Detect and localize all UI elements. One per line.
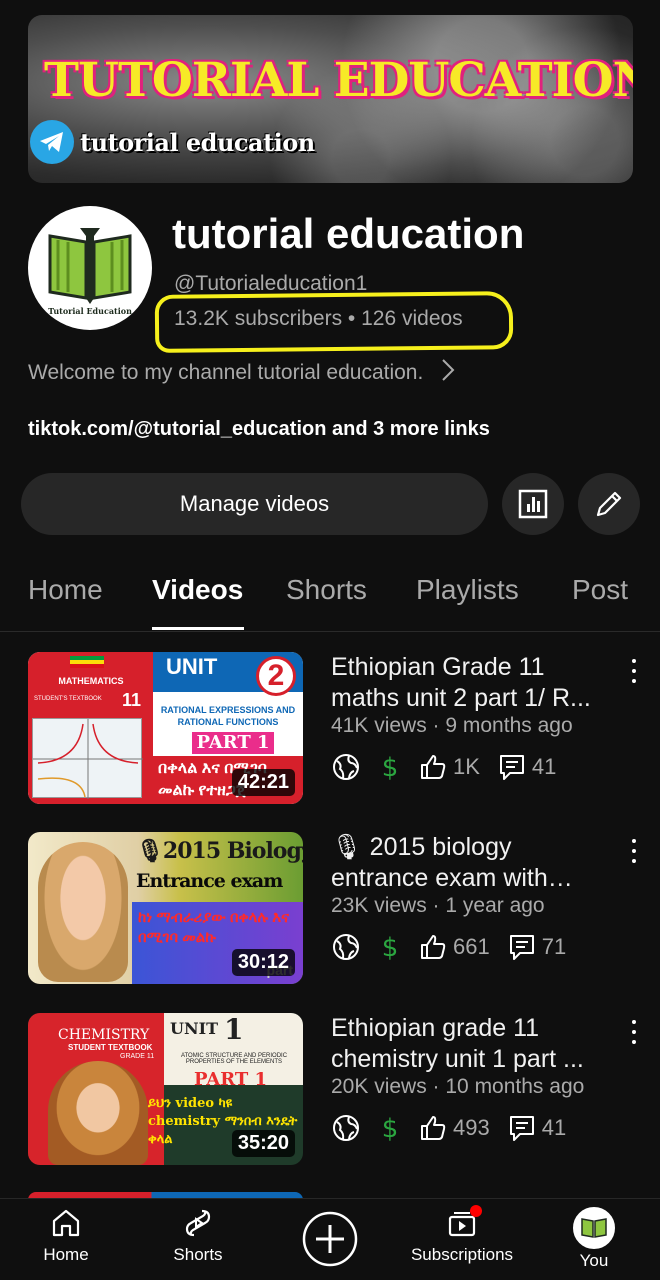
video-title[interactable]: 🎙 2015 biology entrance exam with explan… [331,832,613,894]
video-thumbnail[interactable]: MATHEMATICS STUDENT'S TEXTBOOK 11 UNIT 2… [28,652,303,804]
channel-description[interactable]: Welcome to my channel tutorial education… [28,358,455,388]
active-tab-indicator [152,627,244,630]
likes-stat: 1K [419,753,480,781]
chevron-right-icon [441,358,455,388]
nav-subscriptions[interactable]: Subscriptions [402,1205,522,1265]
nav-you[interactable]: You [534,1207,654,1271]
analytics-button[interactable] [502,473,564,535]
channel-avatar[interactable]: Tutorial Education [28,206,152,330]
video-duration: 30:12 [231,949,295,976]
monetization-icon: $ [379,752,401,782]
avatar [573,1207,615,1249]
public-globe-icon [331,1113,361,1143]
video-meta: 23K views · 1 year ago [331,894,545,917]
avatar-caption: Tutorial Education [48,306,132,316]
tab-shorts[interactable]: Shorts [286,574,367,606]
video-item[interactable]: MATHEMATICS STUDENT'S TEXTBOOK 11 UNIT 2… [0,652,660,812]
video-stats: $ 493 41 [331,1111,584,1145]
video-duration: 35:20 [231,1130,295,1157]
tab-playlists[interactable]: Playlists [416,574,519,606]
create-icon [302,1211,358,1267]
comments-stat: 41 [498,753,556,781]
shorts-icon [185,1209,211,1237]
manage-videos-button[interactable]: Manage videos [21,473,488,535]
notification-dot [470,1205,482,1217]
banner-subtitle: tutorial education [80,128,315,157]
thumbs-up-icon [421,1116,446,1140]
video-thumbnail[interactable]: 🎙2015 Biology Entrance exam ከነ ማብራሪያው በቀ… [28,832,303,984]
monetization-icon: $ [379,1113,401,1143]
highlight-annotation [154,291,514,353]
comment-icon [509,1116,534,1141]
svg-text:$: $ [382,933,399,962]
nav-create[interactable] [270,1211,390,1267]
video-item[interactable]: CHEMISTRY STUDENT TEXTBOOK GRADE 11 UNIT… [0,1013,660,1173]
edit-channel-button[interactable] [578,473,640,535]
thumbs-up-icon [421,935,446,959]
telegram-icon [30,120,74,164]
comments-stat: 71 [508,933,566,961]
more-options-icon[interactable] [624,1017,644,1047]
tab-post[interactable]: Post [572,574,628,606]
public-globe-icon [331,932,361,962]
analytics-icon [518,489,548,519]
thumbs-up-icon [421,755,446,779]
likes-stat: 493 [419,1114,490,1142]
svg-text:$: $ [382,1114,399,1143]
public-globe-icon [331,752,361,782]
tab-videos[interactable]: Videos [152,574,243,606]
home-icon [52,1209,80,1237]
comment-icon [509,935,534,960]
video-title[interactable]: Ethiopian grade 11 chemistry unit 1 part… [331,1013,613,1075]
banner-title: TUTORIAL EDUCATION [44,53,633,108]
video-meta: 20K views · 10 months ago [331,1075,585,1098]
video-title[interactable]: Ethiopian Grade 11 maths unit 2 part 1/ … [331,652,613,714]
video-stats: $ 1K 41 [331,750,574,784]
video-thumbnail[interactable]: CHEMISTRY STUDENT TEXTBOOK GRADE 11 UNIT… [28,1013,303,1165]
likes-stat: 661 [419,933,490,961]
channel-tabs: Home Videos Shorts Playlists Post [0,560,660,632]
more-options-icon[interactable] [624,656,644,686]
pencil-icon [596,491,622,517]
nav-home[interactable]: Home [6,1207,126,1265]
video-duration: 42:21 [231,769,295,796]
channel-banner: TUTORIAL EDUCATION tutorial education [28,15,633,183]
comments-stat: 41 [508,1114,566,1142]
comment-icon [499,755,524,780]
channel-description-text: Welcome to my channel tutorial education… [28,361,424,384]
bottom-navigation: Home Shorts Subscriptions You [0,1198,660,1280]
svg-text:$: $ [382,753,399,782]
nav-shorts[interactable]: Shorts [138,1207,258,1265]
channel-name: tutorial education [172,210,525,257]
channel-links[interactable]: tiktok.com/@tutorial_education and 3 mor… [28,418,490,441]
video-item[interactable]: 🎙2015 Biology Entrance exam ከነ ማብራሪያው በቀ… [0,832,660,992]
video-meta: 41K views · 9 months ago [331,714,573,737]
tab-home[interactable]: Home [28,574,103,606]
video-stats: $ 661 71 [331,930,584,964]
monetization-icon: $ [379,932,401,962]
more-options-icon[interactable] [624,836,644,866]
